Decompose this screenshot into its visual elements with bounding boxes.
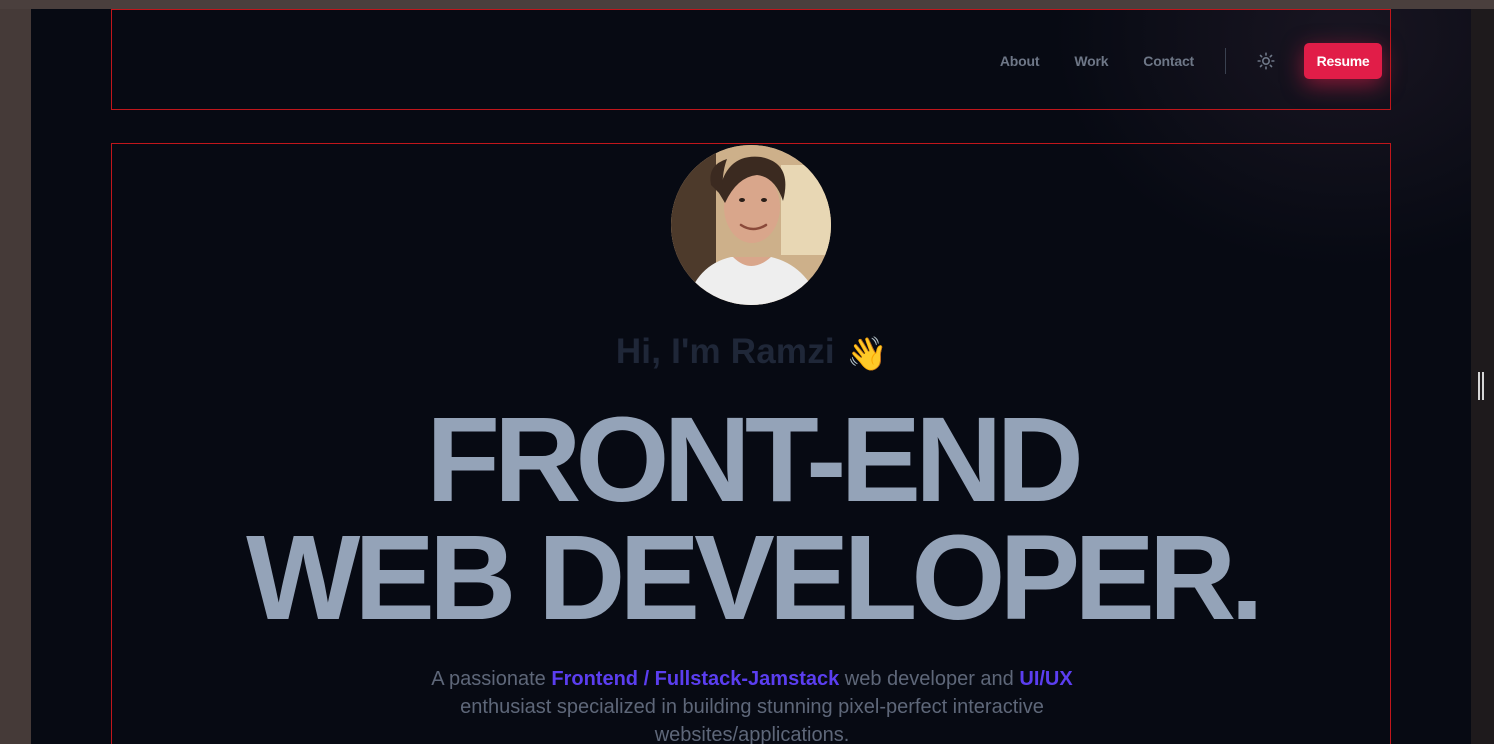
portfolio-page: About Work Contact Resume Hi, I'm Ramzi … xyxy=(31,9,1471,744)
waving-hand-icon: 👋 xyxy=(846,335,889,372)
site-header: About Work Contact Resume xyxy=(111,9,1391,110)
tagline-text-1: A passionate xyxy=(431,668,552,690)
greeting-text: Hi, I'm Ramzi xyxy=(615,332,835,371)
nav-divider xyxy=(1225,47,1226,74)
hero-headline: FRONT-END WEB DEVELOPER. xyxy=(112,391,1392,645)
headline-line-2: WEB DEVELOPER. xyxy=(246,509,1264,645)
sun-icon[interactable] xyxy=(1254,49,1278,73)
tagline-text-2: web developer and xyxy=(839,668,1020,690)
hero-tagline: A passionate Frontend / Fullstack-Jamsta… xyxy=(412,665,1092,744)
main-nav: About Work Contact Resume xyxy=(1000,10,1390,111)
hero-section: Hi, I'm Ramzi 👋 FRONT-END WEB DEVELOPER. … xyxy=(111,143,1391,744)
nav-link-work[interactable]: Work xyxy=(1074,53,1108,69)
resume-button[interactable]: Resume xyxy=(1304,42,1382,79)
tagline-text-3: enthusiast specialized in building stunn… xyxy=(460,696,1044,744)
resize-handle[interactable] xyxy=(1478,372,1484,400)
nav-link-contact[interactable]: Contact xyxy=(1143,53,1194,69)
greeting: Hi, I'm Ramzi 👋 xyxy=(112,332,1392,374)
window-top-strip xyxy=(0,0,1494,9)
tagline-highlight-uiux: UI/UX xyxy=(1019,668,1073,690)
avatar xyxy=(671,145,831,305)
headline-line-1: FRONT-END xyxy=(426,391,1084,527)
nav-link-about[interactable]: About xyxy=(1000,53,1040,69)
tagline-highlight-stack: Frontend / Fullstack-Jamstack xyxy=(551,668,840,690)
